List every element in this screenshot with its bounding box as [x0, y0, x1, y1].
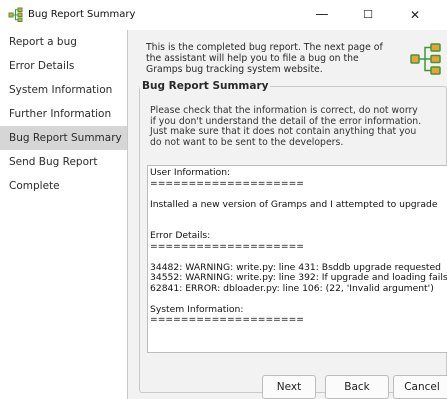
window-title: Bug Report Summary — [28, 9, 136, 20]
section-title: Bug Report Summary — [140, 79, 271, 93]
title-bar: Bug Report Summary — ☐ ✕ — [0, 0, 447, 31]
gramps-logo-icon — [410, 43, 441, 75]
assistant-step-sidebar: Report a bug Error Details System Inform… — [0, 30, 128, 399]
instructions-text: Please check that the information is cor… — [150, 105, 422, 148]
gramps-app-icon — [8, 7, 23, 22]
assistant-page: This is the completed bug report. The ne… — [128, 30, 447, 399]
sidebar-item-complete: Complete — [9, 180, 60, 192]
back-button[interactable]: Back — [325, 375, 389, 399]
sidebar-item-error-details: Error Details — [9, 60, 75, 72]
sidebar-item-send-bug-report: Send Bug Report — [9, 156, 98, 168]
next-button[interactable]: Next — [262, 375, 316, 399]
sidebar-item-bug-report-summary: Bug Report Summary — [0, 126, 127, 150]
page-intro-text: This is the completed bug report. The ne… — [146, 42, 383, 75]
maximize-button[interactable]: ☐ — [350, 0, 386, 30]
report-text-view[interactable]: User Information: ==================== I… — [147, 165, 447, 353]
sidebar-item-system-information: System Information — [9, 84, 113, 96]
report-text[interactable]: User Information: ==================== I… — [148, 166, 447, 326]
minimize-button[interactable]: — — [304, 0, 340, 30]
close-button[interactable]: ✕ — [397, 0, 433, 30]
sidebar-item-further-information: Further Information — [9, 108, 112, 120]
sidebar-item-report-a-bug: Report a bug — [9, 36, 77, 48]
cancel-button[interactable]: Cancel — [393, 375, 447, 399]
